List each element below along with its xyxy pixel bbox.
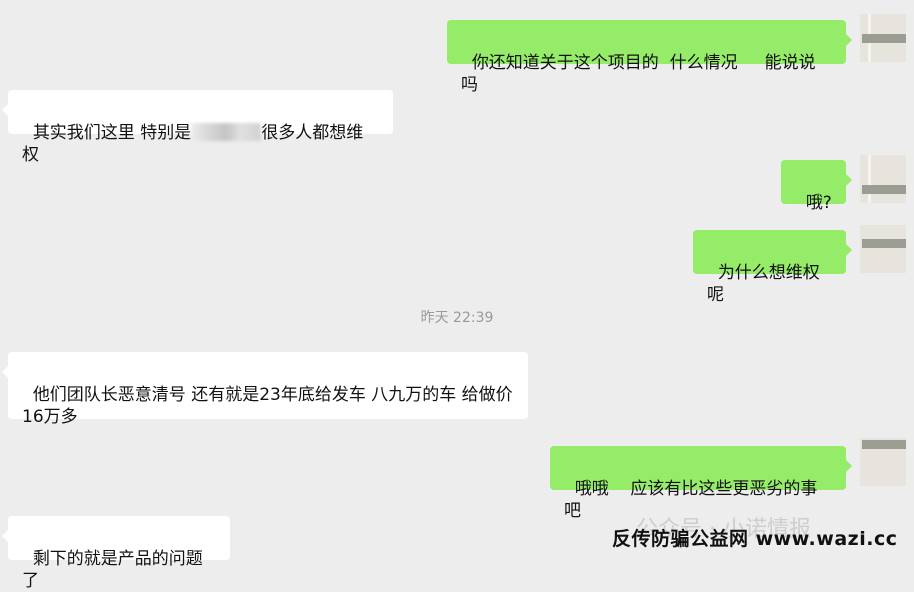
watermark-site: 反传防骗公益网 www.wazi.cc	[612, 528, 898, 550]
self-avatar[interactable]	[860, 438, 906, 486]
message-bubble-received[interactable]: 他们团队长恶意清号 还有就是23年底给发车 八九万的车 给做价16万多	[2, 352, 528, 427]
avatar-bar	[862, 239, 906, 248]
message-bubble-sent[interactable]: 为什么想维权呢	[693, 230, 852, 305]
message-text: 他们团队长恶意清号 还有就是23年底给发车 八九万的车 给做价16万多	[22, 385, 513, 427]
message-text: 为什么想维权呢	[707, 263, 820, 305]
message-bubble-received[interactable]: 剩下的就是产品的问题了	[2, 516, 230, 591]
message-text: 剩下的就是产品的问题了	[22, 549, 203, 591]
message-bubble-received[interactable]: 其实我们这里 特别是 很多人都想维权	[2, 90, 393, 165]
message-bubble-sent[interactable]: 哦哦 应该有比这些更恶劣的事吧	[550, 446, 852, 521]
avatar-bar	[862, 34, 906, 43]
chat-timestamp: 昨天 22:39	[420, 310, 494, 326]
message-bubble-sent[interactable]: 你还知道关于这个项目的 什么情况 能说说吗	[447, 20, 852, 95]
redacted-text	[191, 123, 262, 141]
self-avatar[interactable]	[860, 14, 906, 62]
message-bubble-sent[interactable]: 哦?	[781, 160, 852, 213]
self-avatar[interactable]	[860, 155, 906, 203]
message-text: 你还知道关于这个项目的 什么情况 能说说吗	[461, 53, 816, 95]
message-text: 哦?	[805, 193, 832, 213]
message-text-before: 其实我们这里 特别是	[32, 123, 192, 143]
avatar-bar	[862, 440, 906, 449]
avatar-bar	[862, 185, 906, 194]
self-avatar[interactable]	[860, 225, 906, 273]
avatar-stripe	[868, 155, 871, 203]
